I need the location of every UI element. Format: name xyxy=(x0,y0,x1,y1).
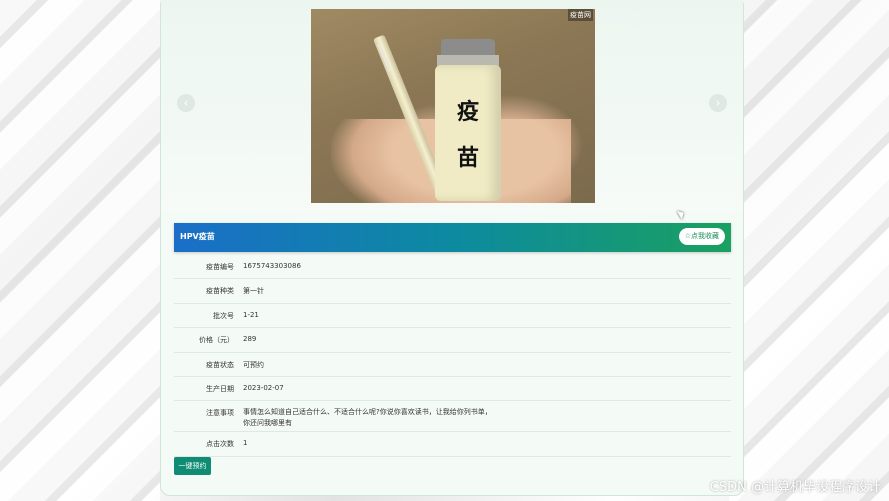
detail-label: 价格（元） xyxy=(199,336,234,345)
carousel-next-button[interactable]: › xyxy=(709,94,727,112)
vial-graphic: 疫 苗 xyxy=(435,65,501,201)
detail-label: 疫苗编号 xyxy=(206,263,234,271)
detail-value: 事情怎么知道自己适合什么、不适合什么呢?你说你喜欢读书，让我给你列书单，你还问我… xyxy=(243,408,492,428)
detail-label: 生产日期 xyxy=(206,384,234,393)
favorite-button[interactable]: ☆点我收藏 xyxy=(678,228,725,245)
detail-row-price: 价格（元） 289 xyxy=(174,328,731,353)
detail-label: 疫苗状态 xyxy=(206,360,234,369)
detail-value: 第一针 xyxy=(243,287,264,296)
vaccine-detail-card: 疫 苗 疫苗网 ‹ › HPV疫苗 ☆点我收藏 疫苗编号 16757433030… xyxy=(160,0,744,496)
vaccine-name: HPV疫苗 xyxy=(180,232,215,241)
detail-row-type: 疫苗种类 第一针 xyxy=(174,279,731,304)
detail-value: 1 xyxy=(243,439,248,448)
detail-row-status: 疫苗状态 可预约 xyxy=(174,353,731,377)
detail-value: 1-21 xyxy=(243,310,259,319)
detail-value: 可预约 xyxy=(243,360,264,369)
detail-row-code: 疫苗编号 1675743303086 xyxy=(174,255,731,280)
detail-row-batch: 批次号 1-21 xyxy=(174,304,731,329)
vial-text-1: 疫 xyxy=(456,99,479,125)
detail-label: 批次号 xyxy=(213,311,234,320)
vaccine-title-bar: HPV疫苗 ☆点我收藏 xyxy=(174,223,731,252)
image-corner-badge: 疫苗网 xyxy=(568,9,593,21)
vaccine-banner-image: 疫 苗 疫苗网 xyxy=(311,9,595,203)
chevron-right-icon: › xyxy=(715,96,721,110)
detail-value: 2023-02-07 xyxy=(243,383,284,392)
favorite-button-label: ☆点我收藏 xyxy=(684,232,719,240)
detail-label: 注意事项 xyxy=(206,409,234,418)
carousel-prev-button[interactable]: ‹ xyxy=(177,94,195,112)
detail-label: 疫苗种类 xyxy=(206,287,234,296)
image-carousel: 疫 苗 疫苗网 ‹ › xyxy=(161,0,743,211)
background-pattern-right xyxy=(729,0,889,501)
detail-value: 1675743303086 xyxy=(243,262,301,270)
background-pattern-left xyxy=(0,0,160,501)
detail-value: 289 xyxy=(243,335,257,344)
detail-row-date: 生产日期 2023-02-07 xyxy=(174,377,731,402)
vaccine-details-table: 疫苗编号 1675743303086 疫苗种类 第一针 批次号 1-21 价格（… xyxy=(174,255,731,457)
detail-label: 点击次数 xyxy=(206,440,234,449)
vial-text-2: 苗 xyxy=(456,145,479,171)
detail-row-notes: 注意事项 事情怎么知道自己适合什么、不适合什么呢?你说你喜欢读书，让我给你列书单… xyxy=(174,401,731,433)
detail-row-clicks: 点击次数 1 xyxy=(174,432,731,457)
chevron-left-icon: ‹ xyxy=(183,96,189,110)
book-now-button[interactable]: 一键预约 xyxy=(174,457,211,475)
csdn-watermark: CSDN @计算机毕设程序设计 xyxy=(709,480,881,495)
